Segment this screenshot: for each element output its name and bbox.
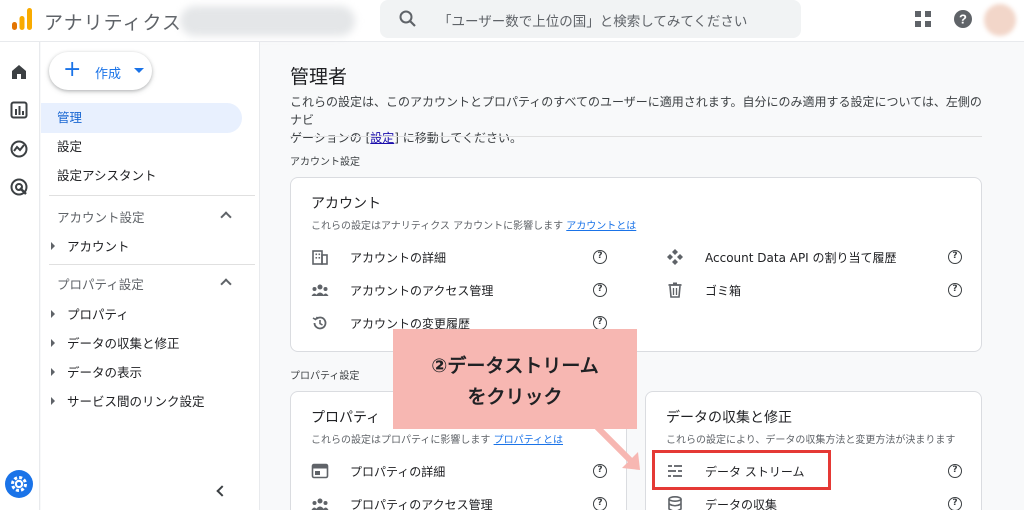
- divider: [290, 136, 982, 137]
- sidebar: + 作成 管理 設定 設定アシスタント アカウント設定 アカウント プロパティ設…: [41, 42, 260, 510]
- card-title: プロパティ: [311, 410, 381, 426]
- card-title: データの収集と修正: [666, 410, 792, 426]
- analytics-logo-icon[interactable]: [10, 7, 34, 31]
- sidebar-item-data-collection[interactable]: データの収集と修正: [51, 333, 180, 352]
- callout-line-2: をクリック: [467, 386, 563, 408]
- account-data-api-row[interactable]: Account Data API の割り当て履歴 ?: [666, 246, 966, 268]
- sidebar-item-property[interactable]: プロパティ: [51, 304, 129, 323]
- account-settings-label: アカウント設定: [290, 157, 360, 168]
- trash-icon: [668, 282, 682, 298]
- building-icon: [312, 250, 328, 265]
- property-access-row[interactable]: プロパティのアクセス管理 ?: [311, 493, 611, 510]
- page-title: 管理者: [290, 66, 348, 88]
- account-access-row[interactable]: アカウントのアクセス管理 ?: [311, 279, 611, 301]
- help-circle-icon[interactable]: ?: [948, 250, 962, 264]
- expand-arrow-icon: [51, 397, 55, 405]
- expand-arrow-icon: [51, 242, 55, 250]
- account-details-row[interactable]: アカウントの詳細 ?: [311, 246, 611, 268]
- help-circle-icon[interactable]: ?: [593, 283, 607, 297]
- settings-gear-icon[interactable]: [5, 470, 33, 498]
- sidebar-item-product-links[interactable]: サービス間のリンク設定: [51, 391, 205, 410]
- api-icon: [667, 249, 683, 265]
- history-icon: [312, 316, 327, 330]
- trash-row[interactable]: ゴミ箱 ?: [666, 279, 966, 301]
- property-settings-label: プロパティ設定: [290, 371, 360, 382]
- people-icon: [311, 498, 329, 510]
- page-description: これらの設定は、このアカウントとプロパティのすべてのユーザーに適用されます。自分…: [290, 95, 982, 145]
- sidebar-item-admin[interactable]: 管理: [41, 103, 242, 133]
- property-icon: [311, 463, 329, 479]
- search-icon: [399, 10, 416, 27]
- sidebar-item-setup-assistant[interactable]: 設定アシスタント: [41, 161, 242, 191]
- account-settings-heading[interactable]: アカウント設定: [57, 207, 145, 226]
- account-card: アカウント これらの設定はアナリティクス アカウントに影響します アカウントとは…: [290, 177, 982, 352]
- divider: [49, 195, 255, 196]
- account-selector[interactable]: [180, 6, 355, 36]
- data-streams-highlight: [652, 450, 831, 490]
- property-details-row[interactable]: プロパティの詳細 ?: [311, 460, 611, 482]
- help-circle-icon[interactable]: ?: [948, 464, 962, 478]
- divider: [49, 264, 255, 265]
- database-icon: [668, 495, 682, 510]
- help-icon[interactable]: ?: [952, 8, 974, 30]
- property-settings-heading[interactable]: プロパティ設定: [57, 274, 144, 293]
- instruction-callout: ②データストリーム をクリック: [393, 329, 637, 429]
- caret-down-icon: [134, 68, 144, 73]
- svg-text:?: ?: [959, 12, 967, 27]
- people-icon: [311, 284, 329, 296]
- reports-icon[interactable]: [9, 100, 29, 120]
- collapse-chevron-icon[interactable]: [216, 485, 228, 497]
- what-is-property-link[interactable]: プロパティとは: [494, 435, 563, 446]
- data-collection-row[interactable]: データの収集 ?: [666, 493, 966, 510]
- home-icon[interactable]: [9, 62, 29, 82]
- expand-arrow-icon: [51, 310, 55, 318]
- help-circle-icon[interactable]: ?: [593, 497, 607, 510]
- sidebar-item-account[interactable]: アカウント: [51, 236, 130, 255]
- plus-icon: +: [63, 57, 82, 82]
- help-circle-icon[interactable]: ?: [593, 316, 607, 330]
- callout-line-1: ②データストリーム: [431, 355, 599, 377]
- left-rail: [0, 42, 40, 510]
- what-is-account-link[interactable]: アカウントとは: [566, 221, 636, 232]
- expand-arrow-icon: [51, 368, 55, 376]
- card-title: アカウント: [311, 196, 381, 212]
- card-description: これらの設定はアナリティクス アカウントに影響します アカウントとは: [311, 221, 637, 232]
- advertising-icon[interactable]: [9, 177, 29, 197]
- top-bar: アナリティクス 「ユーザー数で上位の国」と検索してみてください ?: [0, 0, 1024, 42]
- help-circle-icon[interactable]: ?: [948, 283, 962, 297]
- app-title: アナリティクス: [44, 12, 182, 34]
- card-description: これらの設定により、データの収集方法と変更方法が決まります: [666, 435, 956, 446]
- sidebar-item-settings[interactable]: 設定: [41, 132, 242, 162]
- sidebar-item-data-display[interactable]: データの表示: [51, 362, 142, 381]
- pointer-arrow-icon: [593, 423, 640, 470]
- help-circle-icon[interactable]: ?: [948, 497, 962, 510]
- explore-icon[interactable]: [9, 139, 29, 159]
- search-bar[interactable]: 「ユーザー数で上位の国」と検索してみてください: [380, 0, 801, 38]
- chevron-up-icon[interactable]: [220, 211, 232, 223]
- search-placeholder: 「ユーザー数で上位の国」と検索してみてください: [438, 14, 748, 30]
- card-description: これらの設定はプロパティに影響します プロパティとは: [311, 435, 563, 446]
- settings-link[interactable]: 設定: [370, 131, 394, 145]
- expand-arrow-icon: [51, 339, 55, 347]
- chevron-up-icon[interactable]: [220, 278, 232, 290]
- help-circle-icon[interactable]: ?: [593, 250, 607, 264]
- create-button[interactable]: + 作成: [49, 52, 152, 90]
- avatar[interactable]: [984, 4, 1016, 36]
- create-button-label: 作成: [95, 67, 122, 82]
- apps-grid-icon[interactable]: [914, 10, 932, 28]
